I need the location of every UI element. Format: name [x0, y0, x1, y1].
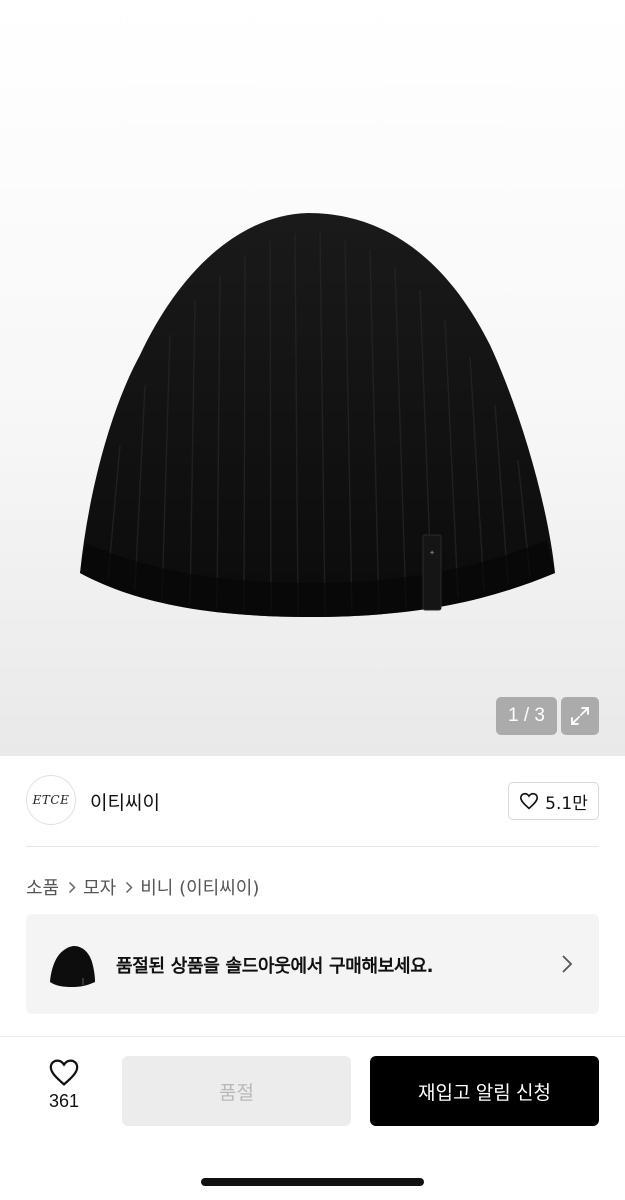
heart-icon [520, 792, 539, 810]
breadcrumb: 소품 모자 비니 (이티씨이) [26, 874, 259, 900]
restock-alert-button[interactable]: 재입고 알림 신청 [370, 1056, 599, 1126]
chevron-right-icon [562, 955, 573, 973]
brand-row: ETCE 이티씨이 5.1만 [26, 775, 599, 827]
beanie-product-image: ✦ [80, 213, 555, 617]
chevron-right-icon [125, 881, 133, 894]
beanie-thumbnail [50, 946, 95, 987]
brand-logo[interactable]: ETCE [26, 775, 76, 825]
breadcrumb-item-current[interactable]: 비니 (이티씨이) [140, 874, 259, 900]
soldout-button[interactable]: 품절 [122, 1056, 351, 1126]
divider [26, 846, 599, 847]
expand-button[interactable] [561, 697, 599, 735]
image-pager: 1 / 3 [496, 697, 557, 735]
product-image-carousel[interactable]: ✦ 1 / 3 [0, 0, 625, 756]
wishlist-button[interactable]: 361 [26, 1058, 102, 1122]
brand-like-button[interactable]: 5.1만 [508, 782, 599, 820]
chevron-right-icon [68, 881, 76, 894]
bottom-bar-divider [0, 1036, 625, 1037]
wishlist-count: 361 [48, 1091, 80, 1111]
soldout-banner[interactable]: 품절된 상품을 솔드아웃에서 구매해보세요. [26, 914, 599, 1014]
brand-name[interactable]: 이티씨이 [90, 788, 160, 815]
brand-like-count: 5.1만 [545, 793, 588, 814]
breadcrumb-item-category[interactable]: 소품 [26, 874, 59, 900]
svg-text:✦: ✦ [429, 549, 435, 557]
heart-icon [49, 1059, 79, 1086]
expand-icon [571, 707, 589, 725]
home-indicator [201, 1178, 424, 1186]
soldout-banner-text: 품절된 상품을 솔드아웃에서 구매해보세요. [116, 956, 434, 977]
breadcrumb-item-subcategory[interactable]: 모자 [83, 874, 116, 900]
